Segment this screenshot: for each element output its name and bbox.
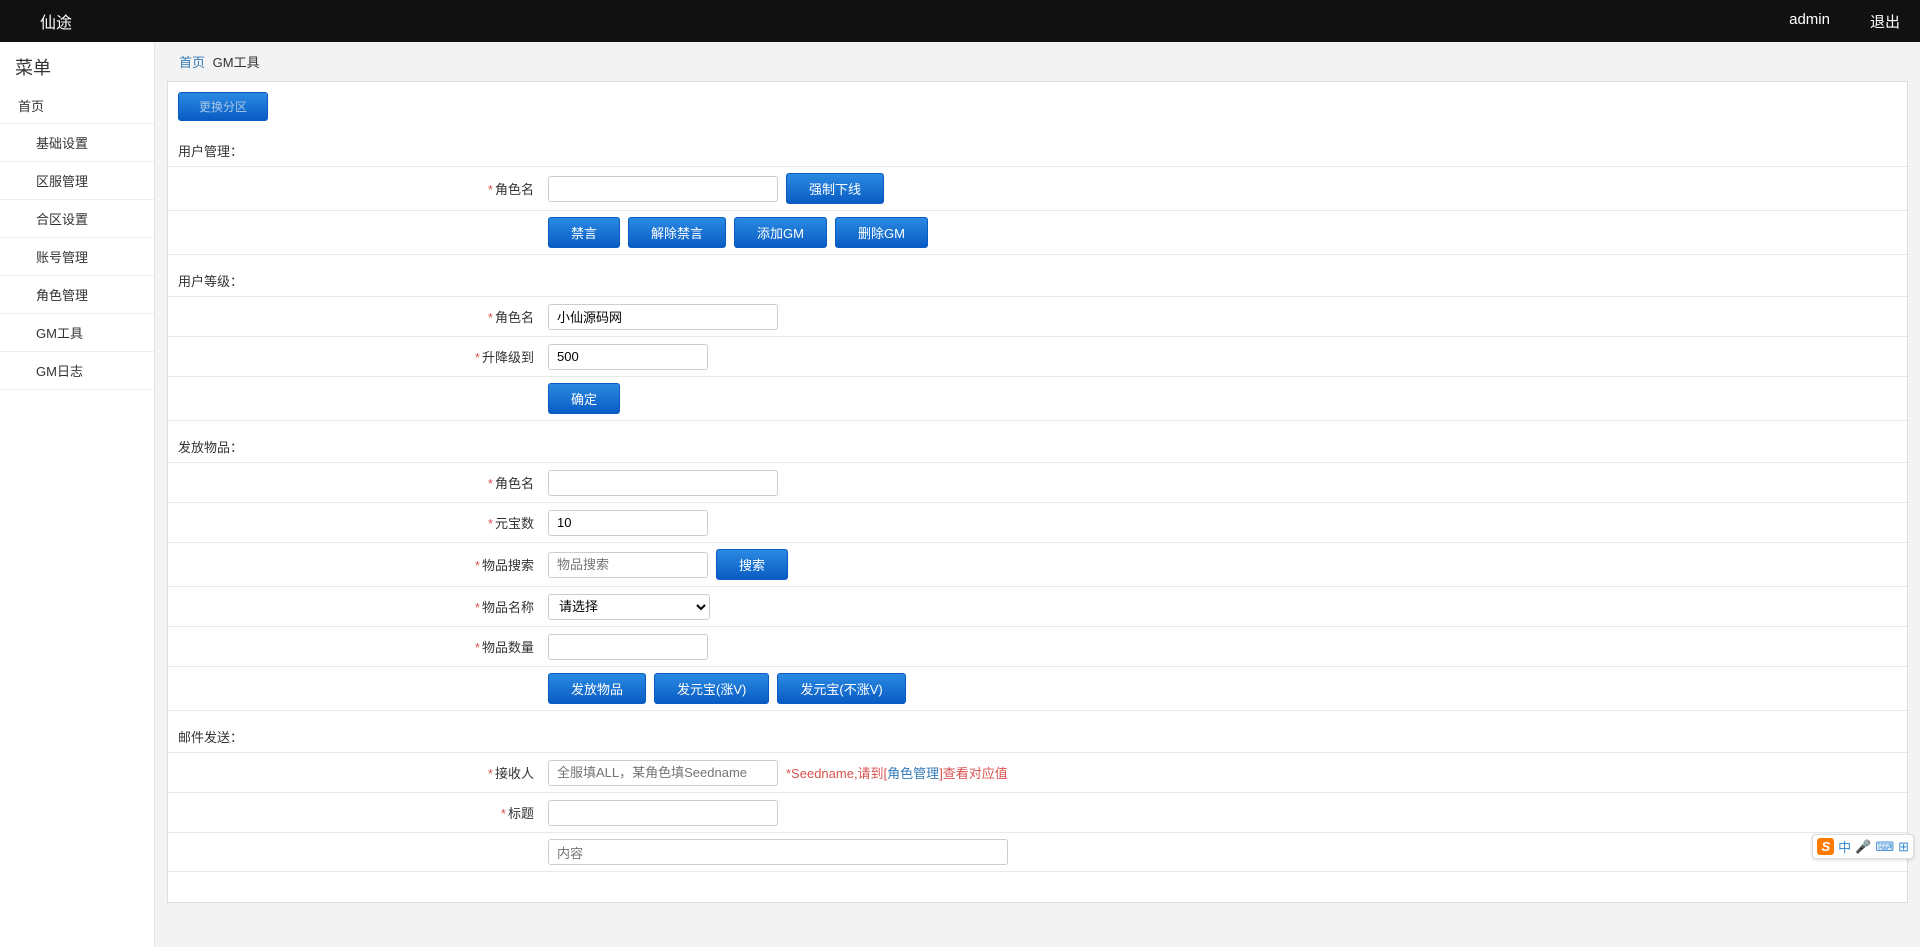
textarea-mail-content[interactable]	[548, 839, 1008, 865]
label-um-role: 角色名	[495, 182, 534, 197]
label-gi-search: 物品搜索	[482, 558, 534, 573]
mail-recv-hint: *Seedname,请到[角色管理]查看对应值	[786, 763, 1008, 782]
ime-toolbar[interactable]: S 中 🎤 ⌨ ⊞	[1812, 834, 1914, 859]
row-gi-itemcount: *物品数量	[168, 626, 1907, 666]
topbar-right: admin 退出	[1789, 11, 1900, 32]
main-area: 首页 GM工具 更换分区 用户管理： *角色名 强制下线	[155, 42, 1920, 947]
main-container: 菜单 首页 基础设置 区服管理 合区设置 账号管理 角色管理 GM工具 GM日志…	[0, 42, 1920, 947]
role-mgmt-link[interactable]: 角色管理	[887, 766, 939, 781]
label-gi-itemcount: 物品数量	[482, 640, 534, 655]
breadcrumb-current: GM工具	[213, 55, 260, 70]
force-offline-button[interactable]: 强制下线	[786, 173, 884, 204]
give-item-button[interactable]: 发放物品	[548, 673, 646, 704]
input-mail-subject[interactable]	[548, 800, 778, 826]
section-user-mgmt: 用户管理： *角色名 强制下线 禁言 解除禁言 添加GM 删除GM	[168, 135, 1907, 255]
breadcrumb: 首页 GM工具	[155, 42, 1920, 81]
sidebar-item-role-mgmt[interactable]: 角色管理	[0, 276, 154, 314]
section-mail: 邮件发送： *接收人 *Seedname,请到[角色管理]查看对应值 *标题	[168, 721, 1907, 872]
delete-gm-button[interactable]: 删除GM	[835, 217, 928, 248]
row-gi-role: *角色名	[168, 462, 1907, 502]
label-mail-recv: 接收人	[495, 766, 534, 781]
topbar: 仙途 admin 退出	[0, 0, 1920, 42]
input-mail-recv[interactable]	[548, 760, 778, 786]
row-ul-role: *角色名	[168, 296, 1907, 336]
menu-title: 菜单	[0, 42, 154, 88]
row-mail-subject: *标题	[168, 792, 1907, 832]
input-gi-yuanbao[interactable]	[548, 510, 708, 536]
label-mail-subject: 标题	[508, 806, 534, 821]
label-gi-yuanbao: 元宝数	[495, 516, 534, 531]
input-gi-role[interactable]	[548, 470, 778, 496]
row-ul-level: *升降级到	[168, 336, 1907, 376]
sidebar-item-account-mgmt[interactable]: 账号管理	[0, 238, 154, 276]
breadcrumb-home[interactable]: 首页	[179, 55, 205, 70]
sidebar-menu: 基础设置 区服管理 合区设置 账号管理 角色管理 GM工具 GM日志	[0, 123, 154, 390]
unmute-button[interactable]: 解除禁言	[628, 217, 726, 248]
row-um-actions: 禁言 解除禁言 添加GM 删除GM	[168, 210, 1907, 255]
current-user[interactable]: admin	[1789, 11, 1830, 32]
row-gi-itemname: *物品名称 请选择	[168, 586, 1907, 626]
ime-lang-icon[interactable]: 中	[1838, 837, 1851, 856]
input-gi-search[interactable]	[548, 552, 708, 578]
level-confirm-button[interactable]: 确定	[548, 383, 620, 414]
give-yuanbao-v-button[interactable]: 发元宝(涨V)	[654, 673, 769, 704]
label-gi-itemname: 物品名称	[482, 600, 534, 615]
input-ul-role[interactable]	[548, 304, 778, 330]
select-gi-itemname[interactable]: 请选择	[548, 594, 710, 620]
mute-button[interactable]: 禁言	[548, 217, 620, 248]
row-um-role: *角色名 强制下线	[168, 166, 1907, 210]
row-gi-submit: 发放物品 发元宝(涨V) 发元宝(不涨V)	[168, 666, 1907, 711]
input-um-role[interactable]	[548, 176, 778, 202]
logout-link[interactable]: 退出	[1870, 11, 1900, 32]
label-gi-role: 角色名	[495, 476, 534, 491]
sidebar: 菜单 首页 基础设置 区服管理 合区设置 账号管理 角色管理 GM工具 GM日志	[0, 42, 155, 947]
ime-mic-icon[interactable]: 🎤	[1855, 839, 1871, 855]
label-ul-role: 角色名	[495, 310, 534, 325]
section-title-mail: 邮件发送：	[168, 721, 1907, 752]
row-mail-recv: *接收人 *Seedname,请到[角色管理]查看对应值	[168, 752, 1907, 792]
ime-logo-icon: S	[1817, 838, 1834, 855]
add-gm-button[interactable]: 添加GM	[734, 217, 827, 248]
sidebar-item-gm-tools[interactable]: GM工具	[0, 314, 154, 352]
input-ul-level[interactable]	[548, 344, 708, 370]
row-ul-submit: 确定	[168, 376, 1907, 421]
section-title-give-item: 发放物品：	[168, 431, 1907, 462]
row-mail-content	[168, 832, 1907, 872]
item-search-button[interactable]: 搜索	[716, 549, 788, 580]
content-panel: 更换分区 用户管理： *角色名 强制下线 禁言 解除禁言 添加GM	[167, 81, 1908, 903]
row-gi-yuanbao: *元宝数	[168, 502, 1907, 542]
sidebar-home[interactable]: 首页	[0, 88, 154, 123]
ime-keyboard-icon[interactable]: ⌨	[1875, 839, 1894, 855]
app-brand: 仙途	[40, 9, 72, 33]
sidebar-item-basic-settings[interactable]: 基础设置	[0, 123, 154, 162]
give-yuanbao-nov-button[interactable]: 发元宝(不涨V)	[777, 673, 905, 704]
section-title-user-mgmt: 用户管理：	[168, 135, 1907, 166]
section-user-level: 用户等级： *角色名 *升降级到 确定	[168, 265, 1907, 421]
label-ul-level: 升降级到	[482, 350, 534, 365]
row-gi-search: *物品搜索 搜索	[168, 542, 1907, 586]
input-gi-itemcount[interactable]	[548, 634, 708, 660]
ime-grid-icon[interactable]: ⊞	[1898, 839, 1909, 855]
section-title-user-level: 用户等级：	[168, 265, 1907, 296]
sidebar-item-merge-settings[interactable]: 合区设置	[0, 200, 154, 238]
sidebar-item-gm-log[interactable]: GM日志	[0, 352, 154, 390]
change-zone-button[interactable]: 更换分区	[178, 92, 268, 121]
section-give-item: 发放物品： *角色名 *元宝数 *物品搜索	[168, 431, 1907, 711]
sidebar-item-zone-mgmt[interactable]: 区服管理	[0, 162, 154, 200]
